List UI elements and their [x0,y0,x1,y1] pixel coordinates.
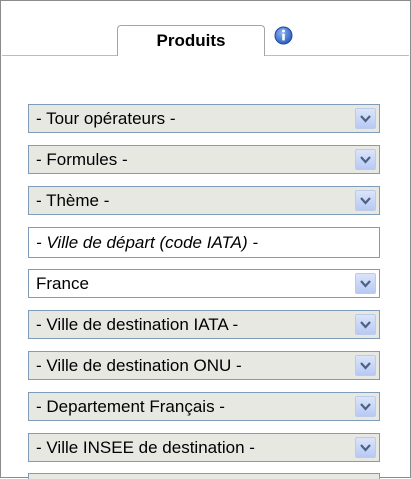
chevron-down-icon[interactable] [355,149,376,170]
theme-select[interactable]: - Thème - [28,186,380,215]
ville-depart-input[interactable]: - Ville de départ (code IATA) - [28,227,380,258]
chevron-down-icon[interactable] [355,355,376,376]
products-panel: Produits - Tour opérateurs - - Formules … [0,0,411,479]
departement-francais-value: - Departement Français - [36,397,225,416]
chevron-down-icon[interactable] [355,314,376,335]
info-icon[interactable] [274,26,293,45]
tour-operateurs-select[interactable]: - Tour opérateurs - [28,104,380,133]
ville-insee-destination-value: - Ville INSEE de destination - [36,438,255,457]
theme-value: - Thème - [36,191,110,210]
tab-produits[interactable]: Produits [117,25,265,56]
chevron-down-icon[interactable] [355,437,376,458]
ville-destination-iata-value: - Ville de destination IATA - [36,315,239,334]
formules-select[interactable]: - Formules - [28,145,380,174]
ville-destination-onu-value: - Ville de destination ONU - [36,356,242,375]
next-select-partial[interactable] [28,473,380,479]
chevron-down-icon[interactable] [355,273,376,294]
departement-francais-select[interactable]: - Departement Français - [28,392,380,421]
ville-destination-iata-select[interactable]: - Ville de destination IATA - [28,310,380,339]
pays-select[interactable]: France [28,269,380,298]
formules-value: - Formules - [36,150,128,169]
ville-destination-onu-select[interactable]: - Ville de destination ONU - [28,351,380,380]
chevron-down-icon[interactable] [355,396,376,417]
pays-value: France [36,274,89,293]
tour-operateurs-value: - Tour opérateurs - [36,109,176,128]
chevron-down-icon[interactable] [355,190,376,211]
chevron-down-icon[interactable] [355,108,376,129]
ville-insee-destination-select[interactable]: - Ville INSEE de destination - [28,433,380,462]
